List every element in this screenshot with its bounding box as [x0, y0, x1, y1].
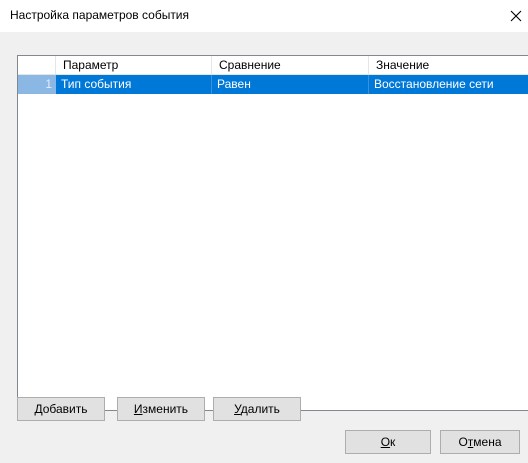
- table-row[interactable]: 1 Тип события Равен Восстановление сети: [18, 75, 528, 94]
- parameters-table[interactable]: Параметр Сравнение Значение 1 Тип событи…: [17, 55, 528, 411]
- corner-header-cell: [18, 56, 56, 75]
- window-title: Настройка параметров события: [10, 8, 190, 22]
- dialog-window: Настройка параметров события Параметр Ср…: [0, 0, 528, 463]
- column-header-comparison[interactable]: Сравнение: [212, 56, 369, 75]
- table-header: Параметр Сравнение Значение: [18, 56, 528, 76]
- row-number: 1: [18, 75, 56, 94]
- edit-button-label: зменить: [142, 402, 189, 416]
- title-bar: Настройка параметров события: [0, 0, 528, 32]
- cancel-button[interactable]: Отмена: [440, 430, 520, 454]
- delete-button-mnemonic: У: [234, 402, 241, 416]
- delete-button[interactable]: Удалить: [213, 397, 301, 421]
- ok-button[interactable]: Ок: [345, 430, 431, 454]
- ok-button-mnemonic: О: [380, 435, 391, 449]
- cell-comparison[interactable]: Равен: [212, 75, 369, 94]
- column-header-parameter[interactable]: Параметр: [56, 56, 212, 75]
- dialog-body: Параметр Сравнение Значение 1 Тип событи…: [0, 32, 528, 463]
- add-button[interactable]: Добавить: [17, 397, 105, 421]
- edit-button-mnemonic: И: [133, 402, 143, 416]
- close-button[interactable]: [482, 0, 528, 32]
- delete-button-label: далить: [240, 402, 280, 416]
- cancel-button-label: мена: [473, 435, 502, 449]
- cell-parameter[interactable]: Тип события: [56, 75, 212, 94]
- cancel-button-label-start: О: [458, 435, 468, 449]
- column-header-value[interactable]: Значение: [369, 56, 528, 75]
- ok-button-label: к: [390, 435, 396, 449]
- cell-value[interactable]: Восстановление сети: [369, 75, 528, 94]
- edit-button[interactable]: Изменить: [117, 397, 205, 421]
- add-button-label: обавить: [42, 402, 88, 416]
- add-button-mnemonic: Д: [34, 402, 43, 416]
- close-icon: [510, 10, 522, 22]
